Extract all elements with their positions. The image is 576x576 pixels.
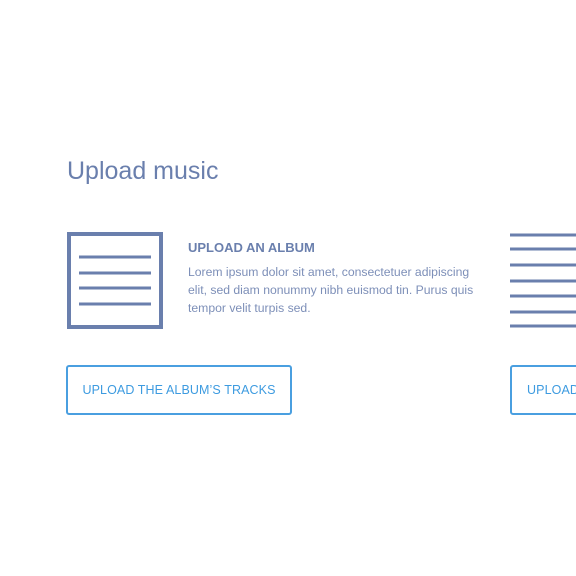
option-heading: UPLOAD AN ALBUM [188, 240, 315, 255]
upload-music-section: Upload music UPLOAD AN ALBUM Lorem ipsum… [0, 0, 576, 576]
upload-button-partial[interactable]: UPLOAD [510, 365, 576, 415]
list-lines-icon [510, 233, 576, 328]
upload-album-tracks-button[interactable]: UPLOAD THE ALBUM’S TRACKS [66, 365, 292, 415]
document-lines-icon [67, 232, 163, 329]
option-description: Lorem ipsum dolor sit amet, consectetuer… [188, 265, 474, 315]
page-title: Upload music [67, 157, 219, 185]
